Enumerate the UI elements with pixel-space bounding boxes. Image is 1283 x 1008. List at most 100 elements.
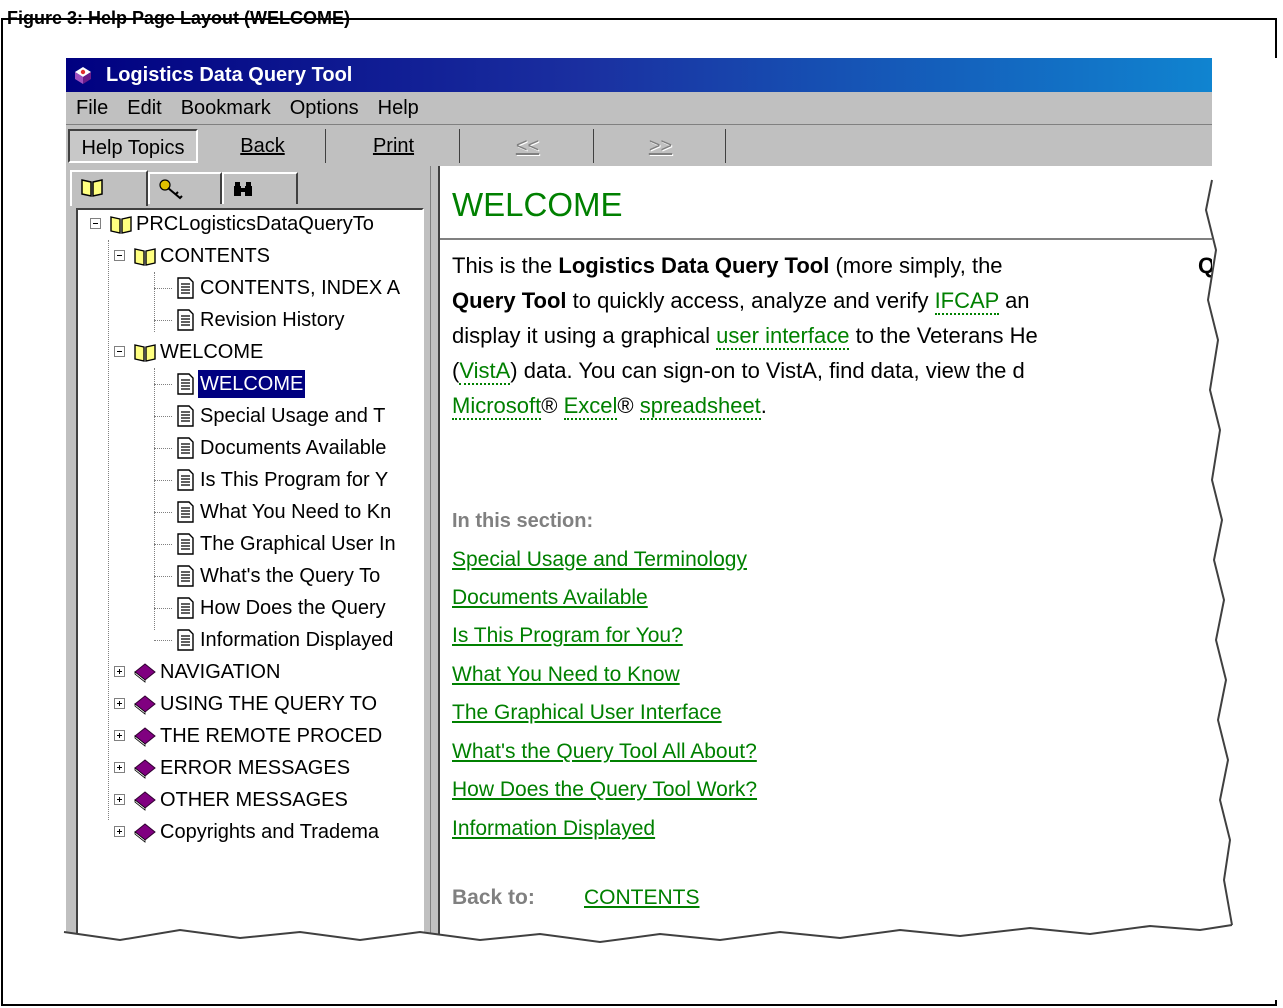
tree-book-closed[interactable]: OTHER MESSAGES: [108, 786, 422, 814]
menu-file[interactable]: File: [66, 92, 117, 124]
tree-page[interactable]: Documents Available: [154, 434, 422, 462]
print-button[interactable]: Print: [328, 129, 460, 163]
back-button[interactable]: Back: [200, 129, 326, 163]
tree-root[interactable]: PRCLogisticsDataQueryTo: [84, 210, 422, 238]
tree-page-label: How Does the Query: [200, 597, 386, 619]
tree-book-contents[interactable]: CONTENTS: [108, 242, 422, 270]
tree-book-closed[interactable]: THE REMOTE PROCED: [108, 722, 422, 750]
tree-page[interactable]: What's the Query To: [154, 562, 422, 590]
title-bar[interactable]: Logistics Data Query Tool: [66, 58, 1212, 92]
tree-book-welcome[interactable]: WELCOME: [108, 338, 422, 366]
tab-find[interactable]: [222, 172, 298, 204]
intro-paragraph: This is the Logistics Data Query Tool (m…: [452, 248, 1212, 423]
tree-page[interactable]: What You Need to Kn: [154, 498, 422, 526]
tree-book-label: WELCOME: [160, 341, 264, 363]
tree-book-closed[interactable]: NAVIGATION: [108, 658, 422, 686]
tree-page-label: Is This Program for Y: [200, 469, 389, 491]
tree-connector: [154, 512, 172, 513]
expand-toggle[interactable]: [114, 794, 125, 805]
back-to-label: Back to:: [452, 886, 535, 909]
tree-connector: [154, 416, 172, 417]
section-link[interactable]: Information Displayed: [452, 817, 655, 841]
intro-text: an: [998, 288, 1030, 313]
glossary-link-spreadsheet[interactable]: spreadsheet: [639, 393, 761, 420]
section-link[interactable]: Documents Available: [452, 586, 648, 610]
tree-book-closed[interactable]: USING THE QUERY TO: [108, 690, 422, 718]
tree-page-label: What You Need to Kn: [200, 501, 392, 523]
section-link[interactable]: The Graphical User Interface: [452, 701, 722, 725]
help-page-icon: [177, 629, 194, 651]
menu-bookmark[interactable]: Bookmark: [171, 92, 280, 124]
tree-connector: [154, 320, 172, 321]
tree-page[interactable]: Is This Program for Y: [154, 466, 422, 494]
help-book-icon: [75, 67, 91, 84]
tree-page-label: Revision History: [200, 309, 345, 331]
help-page-icon: [177, 277, 194, 299]
section-link[interactable]: What You Need to Know: [452, 663, 680, 687]
figure-caption: Figure 3: Help Page Layout (WELCOME): [7, 8, 351, 28]
expand-toggle[interactable]: [114, 826, 125, 837]
intro-text: ) data. You can sign-on to VistA, find d…: [510, 358, 1025, 383]
glossary-link-microsoft[interactable]: Microsoft: [452, 393, 542, 420]
tab-contents[interactable]: [70, 170, 148, 206]
window-title: Logistics Data Query Tool: [106, 64, 353, 86]
menu-edit[interactable]: Edit: [117, 92, 170, 124]
tree-book-closed[interactable]: ERROR MESSAGES: [108, 754, 422, 782]
navigation-pane: PRCLogisticsDataQueryTo CONTENTS CONTENT…: [66, 166, 430, 938]
section-link[interactable]: Is This Program for You?: [452, 624, 683, 648]
closed-book-icon: [134, 759, 156, 779]
collapse-toggle[interactable]: [114, 346, 125, 357]
closed-book-icon: [134, 791, 156, 811]
tree-page[interactable]: Information Displayed: [154, 626, 422, 654]
expand-toggle[interactable]: [114, 730, 125, 741]
heading-divider: [440, 238, 1212, 240]
nav-tabs: [70, 170, 426, 206]
expand-toggle[interactable]: [114, 666, 125, 677]
help-page-icon: [177, 597, 194, 619]
tree-book-closed[interactable]: Copyrights and Tradema: [108, 818, 422, 846]
glossary-link-excel[interactable]: Excel: [563, 393, 618, 420]
intro-bold-text: Query Tool: [1198, 248, 1212, 283]
back-to-contents-link[interactable]: CONTENTS: [584, 886, 700, 910]
menu-options[interactable]: Options: [280, 92, 368, 124]
tree-page[interactable]: How Does the Query: [154, 594, 422, 622]
glossary-link-user-interface[interactable]: user interface: [716, 323, 850, 350]
tree-page[interactable]: CONTENTS, INDEX A: [154, 274, 422, 302]
topic-heading: WELCOME: [452, 186, 623, 223]
tree-page[interactable]: Special Usage and T: [154, 402, 422, 430]
tree-page[interactable]: The Graphical User In: [154, 530, 422, 558]
tree-page-label: What's the Query To: [200, 565, 381, 587]
print-label: Print: [372, 135, 415, 157]
tree-page-label: Information Displayed: [200, 629, 394, 651]
section-link[interactable]: What's the Query Tool All About?: [452, 740, 757, 764]
previous-topic-button[interactable]: <<: [462, 129, 594, 163]
help-page-icon: [177, 309, 194, 331]
tree-page-selected[interactable]: WELCOME: [154, 369, 422, 399]
help-page-icon: [177, 469, 194, 491]
collapse-toggle[interactable]: [114, 250, 125, 261]
tree-book-label: USING THE QUERY TO: [160, 693, 378, 715]
open-book-icon: [81, 179, 103, 197]
intro-text: display it using a graphical: [452, 323, 717, 348]
glossary-link-vista[interactable]: VistA: [459, 358, 511, 385]
binoculars-icon: [234, 182, 252, 196]
section-label: In this section:: [452, 510, 594, 532]
next-topic-button[interactable]: >>: [596, 129, 726, 163]
intro-text: to the Veterans He: [849, 323, 1038, 348]
help-topics-button[interactable]: Help Topics: [68, 129, 198, 163]
collapse-toggle[interactable]: [90, 218, 101, 229]
expand-toggle[interactable]: [114, 762, 125, 773]
topic-pane: WELCOME This is the Logistics Data Query…: [438, 166, 1212, 938]
closed-book-icon: [134, 727, 156, 747]
menu-help[interactable]: Help: [368, 92, 428, 124]
expand-toggle[interactable]: [114, 698, 125, 709]
section-link[interactable]: How Does the Query Tool Work?: [452, 778, 757, 802]
back-label: Back: [240, 135, 285, 157]
glossary-link-ifcap[interactable]: IFCAP: [934, 288, 999, 315]
closed-book-icon: [134, 823, 156, 843]
tab-index[interactable]: [148, 172, 222, 204]
open-book-icon: [110, 216, 132, 234]
tree-page[interactable]: Revision History: [154, 306, 422, 334]
section-link[interactable]: Special Usage and Terminology: [452, 548, 747, 572]
contents-tree[interactable]: PRCLogisticsDataQueryTo CONTENTS CONTENT…: [76, 208, 424, 938]
